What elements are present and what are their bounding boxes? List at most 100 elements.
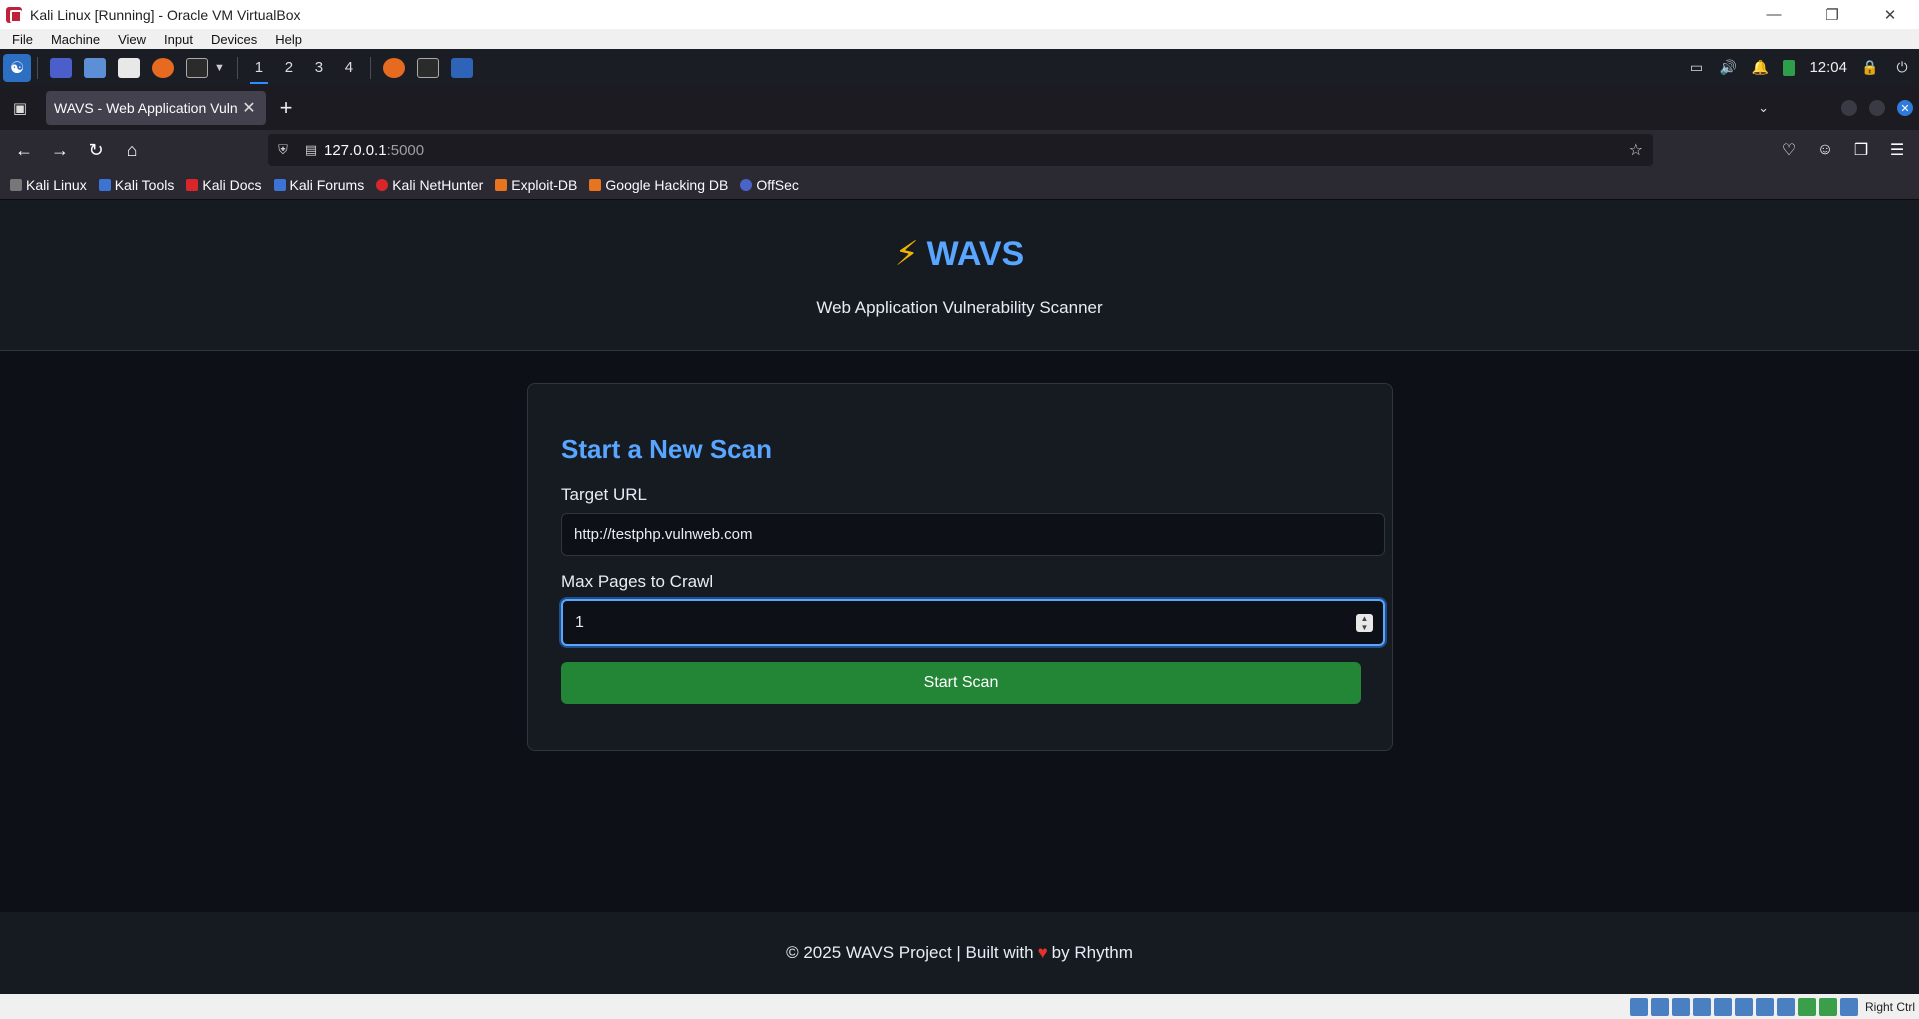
scan-form-card: Start a New Scan Target URL http://testp… [527,383,1393,751]
volume-icon[interactable]: 🔊 [1719,59,1737,76]
kali-tools-icon [98,178,111,191]
url-bar[interactable]: ⛨ ▤ 127.0.0.1:5000 ☆ [268,134,1653,166]
bookmark-exploit-db[interactable]: Exploit-DB [495,177,577,193]
kali-menu-icon[interactable]: ☯ [3,53,31,82]
bookmark-kali-nethunter[interactable]: Kali NetHunter [376,177,483,193]
browser-nav-bar: ← → ↻ ⌂ ⛨ ▤ 127.0.0.1:5000 ☆ ♡ ☺ ❒ ☰ [0,130,1919,170]
site-header: ⚡ WAVS Web Application Vulnerability Scan… [0,200,1919,351]
display-icon[interactable]: ▭ [1687,59,1705,76]
pocket-icon[interactable]: ♡ [1777,140,1801,160]
menu-help[interactable]: Help [266,32,311,47]
firefox-window-icon[interactable] [382,57,405,78]
cpu-icon[interactable] [1797,997,1816,1016]
bookmark-kali-tools[interactable]: Kali Tools [98,176,175,193]
text-editor-icon[interactable] [118,57,140,78]
hamburger-menu-icon[interactable]: ☰ [1885,140,1909,160]
bookmark-google-hacking-db[interactable]: Google Hacking DB [589,177,728,193]
battery-icon[interactable] [1783,59,1796,76]
display-status-icon[interactable] [1755,997,1774,1016]
power-icon[interactable]: ⏻ [1893,59,1911,76]
window-close-icon[interactable]: ✕ [1897,100,1913,116]
panel-separator [236,56,238,79]
keyboard-capture-icon[interactable] [1839,997,1858,1016]
window-controls: — ❐ ✕ [1745,0,1919,29]
network-icon[interactable] [1671,997,1690,1016]
tab-strip-controls: ⌄ ✕ [1758,86,1919,130]
kali-forums-icon [273,178,286,191]
tracking-shield-icon[interactable]: ⛨ [268,142,298,158]
bookmark-kali-forums[interactable]: Kali Forums [273,176,365,193]
optical-drive-icon[interactable] [1629,997,1648,1016]
bookmark-kali-docs[interactable]: Kali Docs [186,176,262,193]
folder-window-icon[interactable] [450,57,473,78]
virtualbox-icon [6,6,22,23]
terminal-launcher-icon[interactable] [186,57,208,78]
chevron-down-icon[interactable]: ▼ [214,62,225,74]
terminal-window-icon[interactable] [416,57,439,78]
workspace-1[interactable]: 1 [244,49,274,86]
recording-icon[interactable] [1776,997,1795,1016]
file-manager-icon[interactable] [84,57,106,78]
list-all-tabs-icon[interactable]: ⌄ [1758,100,1769,116]
max-pages-input[interactable]: 1 ▲ ▼ [561,599,1385,646]
workspace-4[interactable]: 4 [334,49,364,86]
url-host: 127.0.0.1 [324,141,387,159]
bookmark-label: Kali Tools [114,176,175,193]
bookmark-star-icon[interactable]: ☆ [1629,140,1643,160]
audio-icon[interactable] [1650,997,1669,1016]
panel-separator [37,56,38,79]
ghdb-icon [589,178,602,191]
footer-text-end: by Rhythm [1051,943,1133,962]
exploit-db-icon [495,178,508,191]
window-maximize-icon[interactable] [1869,100,1885,116]
bookmark-label: Google Hacking DB [605,176,729,193]
kali-top-panel: ☯ ▼ 1 2 3 4 ▭ 🔊 🔔 12:04 🔒 ⏻ [0,49,1919,86]
start-scan-button[interactable]: Start Scan [561,662,1361,704]
bookmark-label: Kali NetHunter [392,176,484,193]
window-minimize-icon[interactable] [1841,100,1857,116]
clock[interactable]: 12:04 [1809,59,1847,76]
new-tab-icon[interactable]: + [266,86,306,130]
site-brand: ⚡ WAVS [0,234,1919,274]
bookmark-offsec[interactable]: OffSec [740,177,799,193]
menu-file[interactable]: File [0,32,42,47]
account-icon[interactable]: ☺ [1813,141,1837,159]
tab-title: WAVS - Web Application Vuln [54,100,238,116]
workspace-2[interactable]: 2 [274,49,304,86]
reload-icon[interactable]: ↻ [78,134,114,166]
extensions-icon[interactable]: ❒ [1849,140,1873,160]
firefox-launcher-icon[interactable] [152,57,174,78]
bookmarks-toolbar: Kali Linux Kali Tools Kali Docs Kali For… [0,170,1919,200]
tab-list-icon[interactable]: ▣ [0,86,40,130]
page-info-icon[interactable]: ▤ [298,142,324,158]
brand-name: WAVS [926,235,1025,273]
usb-icon[interactable] [1692,997,1711,1016]
pen-icon[interactable] [1734,997,1753,1016]
close-icon[interactable]: ✕ [1861,0,1919,29]
guest-additions-icon[interactable] [1818,997,1837,1016]
menu-machine[interactable]: Machine [42,32,109,47]
menu-input[interactable]: Input [155,32,202,47]
forward-icon[interactable]: → [42,134,78,166]
tab-wavs[interactable]: WAVS - Web Application Vuln ✕ [46,91,266,125]
shared-folders-icon[interactable] [1713,997,1732,1016]
restore-icon[interactable]: ❐ [1803,0,1861,29]
target-url-input[interactable]: http://testphp.vulnweb.com [561,513,1385,556]
lock-icon[interactable]: 🔒 [1861,59,1879,76]
vbox-status-bar: Right Ctrl [0,994,1919,1019]
back-icon[interactable]: ← [6,134,42,166]
workspace-3[interactable]: 3 [304,49,334,86]
home-icon[interactable]: ⌂ [114,134,150,166]
menu-view[interactable]: View [109,32,155,47]
bookmark-label: Kali Docs [202,176,262,193]
tab-close-icon[interactable]: ✕ [240,98,258,118]
bookmark-label: Kali Forums [289,176,365,193]
bookmark-kali-linux[interactable]: Kali Linux [10,177,87,193]
number-spinner-icon[interactable]: ▲ ▼ [1356,614,1373,632]
heart-icon: ♥ [1037,943,1048,962]
desktop-icon[interactable] [50,57,72,78]
minimize-icon[interactable]: — [1745,0,1803,29]
vbox-menu-bar: File Machine View Input Devices Help [0,29,1919,49]
notification-bell-icon[interactable]: 🔔 [1751,59,1769,76]
menu-devices[interactable]: Devices [202,32,266,47]
